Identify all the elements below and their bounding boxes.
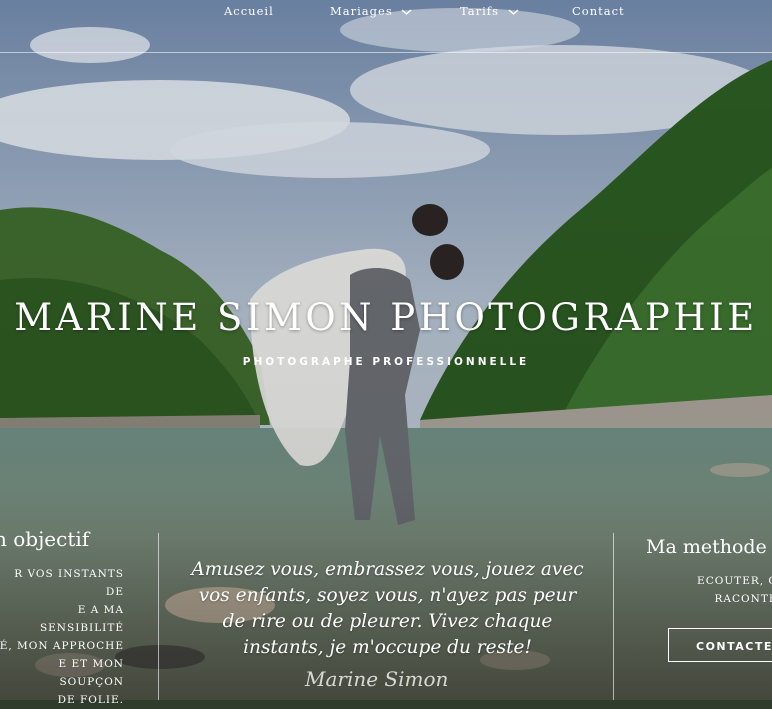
- right-column-text: ECOUTER, OBS RACONTE: [697, 575, 772, 605]
- column-divider-right: [613, 533, 614, 700]
- nav-mariages-label: Mariages: [330, 4, 393, 18]
- nav-mariages[interactable]: Mariages: [330, 4, 412, 18]
- nav-accueil-label: Accueil: [224, 4, 274, 18]
- nav-accueil[interactable]: Accueil: [224, 4, 274, 18]
- left-column-heading: n objectif: [0, 527, 90, 551]
- nav-contact-label: Contact: [572, 4, 625, 18]
- left-column-text: R VOS INSTANTS DE E A MA SENSIBILITÉ É, …: [0, 568, 124, 706]
- main-navigation: Accueil Mariages Tarifs Contact: [0, 0, 772, 53]
- site-title: MARINE SIMON PHOTOGRAPHIE: [14, 296, 758, 339]
- column-divider-left: [158, 533, 159, 700]
- site-subtitle: PHOTOGRAPHE PROFESSIONNELLE: [242, 356, 530, 368]
- contact-button[interactable]: CONTACTEZ: [668, 628, 772, 662]
- nav-contact[interactable]: Contact: [572, 4, 625, 18]
- right-column-heading: Ma methode c: [646, 536, 772, 558]
- chevron-down-icon: [508, 8, 519, 16]
- quote-text: Amusez vous, embrassez vous, jouez avec …: [191, 559, 584, 658]
- chevron-down-icon: [401, 8, 412, 16]
- nav-tarifs-label: Tarifs: [460, 4, 499, 18]
- nav-tarifs[interactable]: Tarifs: [460, 4, 519, 18]
- signature: Marine Simon: [305, 667, 449, 691]
